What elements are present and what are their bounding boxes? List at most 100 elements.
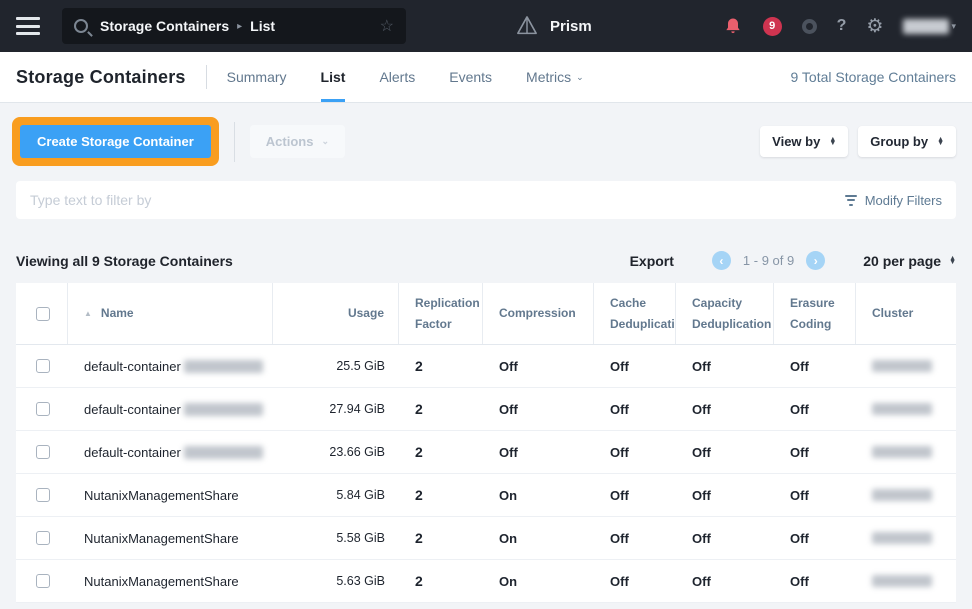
highlight-ring: Create Storage Container bbox=[12, 117, 219, 166]
pagination: ‹ 1 - 9 of 9 › bbox=[712, 251, 825, 270]
redacted-cluster-name bbox=[872, 489, 932, 501]
cell-capacity-dedup: Off bbox=[676, 431, 774, 473]
status-ring-icon[interactable] bbox=[802, 19, 817, 34]
help-icon[interactable]: ? bbox=[837, 17, 847, 35]
cell-compression: Off bbox=[483, 431, 594, 473]
column-header-replication-factor[interactable]: Replication Factor bbox=[399, 283, 483, 344]
cell-cache-dedup: Off bbox=[594, 388, 676, 430]
column-header-cache-dedup[interactable]: Cache Deduplication bbox=[594, 283, 676, 344]
cell-cluster bbox=[856, 560, 956, 602]
create-storage-container-button[interactable]: Create Storage Container bbox=[20, 125, 211, 158]
cell-name[interactable]: default-container bbox=[68, 345, 273, 387]
cell-replication-factor: 2 bbox=[399, 517, 483, 559]
row-checkbox[interactable] bbox=[36, 531, 50, 545]
column-header-usage[interactable]: Usage bbox=[273, 283, 399, 344]
cell-cluster bbox=[856, 345, 956, 387]
cell-cache-dedup: Off bbox=[594, 517, 676, 559]
cell-replication-factor: 2 bbox=[399, 388, 483, 430]
export-button[interactable]: Export bbox=[630, 253, 674, 269]
brand-name: Prism bbox=[550, 18, 592, 35]
cell-cache-dedup: Off bbox=[594, 431, 676, 473]
per-page-select[interactable]: 20 per page ▲▼ bbox=[863, 253, 956, 269]
cell-replication-factor: 2 bbox=[399, 431, 483, 473]
total-count-label: 9 Total Storage Containers bbox=[790, 69, 956, 85]
cell-capacity-dedup: Off bbox=[676, 388, 774, 430]
select-all-checkbox[interactable] bbox=[36, 307, 50, 321]
settings-gear-icon[interactable]: ⚙ bbox=[866, 17, 883, 36]
actions-dropdown-button[interactable]: Actions ⌄ bbox=[250, 125, 345, 158]
row-checkbox-cell bbox=[16, 388, 68, 430]
breadcrumb-view[interactable]: List bbox=[250, 18, 275, 34]
tab-alerts[interactable]: Alerts bbox=[379, 52, 415, 102]
cell-cache-dedup: Off bbox=[594, 560, 676, 602]
tab-list[interactable]: List bbox=[321, 52, 346, 102]
cell-name[interactable]: default-container bbox=[68, 431, 273, 473]
row-checkbox[interactable] bbox=[36, 445, 50, 459]
user-caret-icon: ▾ bbox=[951, 21, 956, 32]
hamburger-menu-icon[interactable] bbox=[16, 17, 40, 35]
column-header-name[interactable]: ▲Name bbox=[68, 283, 273, 344]
toolbar-divider bbox=[234, 122, 235, 162]
cell-name[interactable]: NutanixManagementShare bbox=[68, 474, 273, 516]
cell-compression: On bbox=[483, 560, 594, 602]
row-checkbox[interactable] bbox=[36, 402, 50, 416]
cell-usage: 25.5 GiB bbox=[273, 345, 399, 387]
breadcrumb-separator-icon: ▸ bbox=[237, 21, 242, 32]
row-checkbox-cell bbox=[16, 345, 68, 387]
global-search-bar[interactable]: Storage Containers ▸ List ☆ bbox=[62, 8, 406, 44]
cell-name[interactable]: NutanixManagementShare bbox=[68, 560, 273, 602]
redacted-cluster-name bbox=[872, 532, 932, 544]
cell-usage: 5.84 GiB bbox=[273, 474, 399, 516]
select-arrows-icon: ▲▼ bbox=[829, 138, 836, 146]
row-checkbox[interactable] bbox=[36, 359, 50, 373]
row-checkbox[interactable] bbox=[36, 488, 50, 502]
select-all-cell bbox=[16, 283, 68, 344]
cell-capacity-dedup: Off bbox=[676, 345, 774, 387]
next-page-button[interactable]: › bbox=[806, 251, 825, 270]
row-checkbox[interactable] bbox=[36, 574, 50, 588]
entity-header-bar: Storage Containers Summary List Alerts E… bbox=[0, 52, 972, 103]
table-row: default-container23.66 GiB2OffOffOffOff bbox=[16, 431, 956, 474]
cell-erasure-coding: Off bbox=[774, 560, 856, 602]
cell-cache-dedup: Off bbox=[594, 345, 676, 387]
filter-text-input[interactable] bbox=[30, 192, 845, 208]
tab-metrics[interactable]: Metrics⌄ bbox=[526, 52, 584, 102]
alerts-bell-icon[interactable] bbox=[723, 16, 743, 36]
column-header-cluster[interactable]: Cluster bbox=[856, 283, 956, 344]
table-header-row: ▲Name Usage Replication Factor Compressi… bbox=[16, 283, 956, 345]
tab-events[interactable]: Events bbox=[449, 52, 492, 102]
redacted-name-suffix bbox=[184, 403, 263, 416]
cell-capacity-dedup: Off bbox=[676, 517, 774, 559]
cell-cluster bbox=[856, 517, 956, 559]
group-by-select[interactable]: Group by ▲▼ bbox=[858, 126, 956, 157]
table-row: default-container27.94 GiB2OffOffOffOff bbox=[16, 388, 956, 431]
row-checkbox-cell bbox=[16, 517, 68, 559]
cell-usage: 5.63 GiB bbox=[273, 560, 399, 602]
column-header-erasure-coding[interactable]: Erasure Coding bbox=[774, 283, 856, 344]
modify-filters-button[interactable]: Modify Filters bbox=[845, 193, 942, 208]
cell-name[interactable]: default-container bbox=[68, 388, 273, 430]
cell-name[interactable]: NutanixManagementShare bbox=[68, 517, 273, 559]
cell-compression: Off bbox=[483, 388, 594, 430]
prism-logo-icon bbox=[516, 15, 538, 37]
redacted-cluster-name bbox=[872, 360, 932, 372]
row-checkbox-cell bbox=[16, 474, 68, 516]
column-header-capacity-dedup[interactable]: Capacity Deduplication bbox=[676, 283, 774, 344]
table-row: default-container25.5 GiB2OffOffOffOff bbox=[16, 345, 956, 388]
alert-count-badge[interactable]: 9 bbox=[763, 17, 782, 36]
redacted-name-suffix bbox=[184, 446, 263, 459]
redacted-cluster-name bbox=[872, 575, 932, 587]
storage-containers-table: ▲Name Usage Replication Factor Compressi… bbox=[16, 283, 956, 603]
view-by-select[interactable]: View by ▲▼ bbox=[760, 126, 848, 157]
filter-icon bbox=[845, 195, 857, 206]
tab-summary[interactable]: Summary bbox=[227, 52, 287, 102]
previous-page-button[interactable]: ‹ bbox=[712, 251, 731, 270]
column-header-compression[interactable]: Compression bbox=[483, 283, 594, 344]
breadcrumb-entity[interactable]: Storage Containers bbox=[100, 18, 229, 34]
cell-cluster bbox=[856, 474, 956, 516]
user-menu[interactable]: ▾ bbox=[903, 19, 956, 34]
table-row: NutanixManagementShare5.84 GiB2OnOffOffO… bbox=[16, 474, 956, 517]
favorite-star-icon[interactable]: ☆ bbox=[380, 16, 394, 36]
username-redacted bbox=[903, 19, 949, 34]
chevron-down-icon: ⌄ bbox=[321, 136, 329, 147]
